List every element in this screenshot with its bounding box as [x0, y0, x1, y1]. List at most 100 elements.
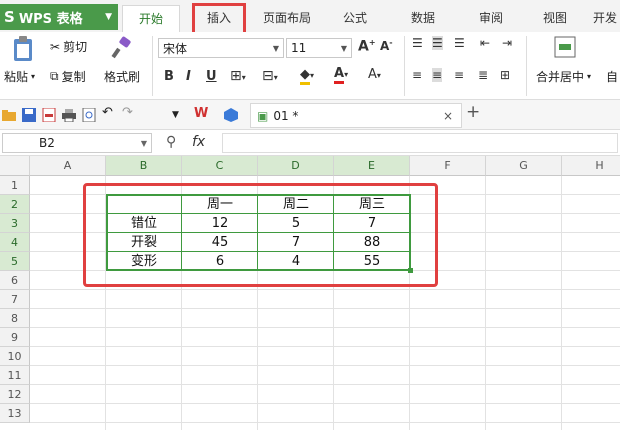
align-right-icon[interactable]: ≡: [454, 68, 464, 82]
column-header-a[interactable]: A: [30, 156, 106, 176]
divider: [526, 36, 527, 96]
column-header-d[interactable]: D: [258, 156, 334, 176]
merge-center-icon[interactable]: [554, 36, 576, 58]
formula-input[interactable]: [222, 133, 618, 153]
name-box[interactable]: B2 ▼: [2, 133, 152, 153]
clear-format-icon[interactable]: A▾: [368, 67, 381, 82]
row-header-12[interactable]: 12: [0, 385, 30, 404]
app-menu-button[interactable]: S WPS 表格 ▼: [0, 4, 118, 30]
undo-icon[interactable]: ↶: [102, 105, 116, 120]
paste-button[interactable]: [6, 36, 40, 62]
align-center-icon[interactable]: ≡: [432, 68, 443, 82]
row-header-10[interactable]: 10: [0, 347, 30, 366]
tab-formulas[interactable]: 公式: [330, 5, 380, 32]
column-header-h[interactable]: H: [562, 156, 620, 176]
copy-icon: ⧉: [50, 69, 59, 83]
grid-line: [30, 289, 620, 290]
tab-review[interactable]: 审阅: [466, 5, 516, 32]
brush-icon: [111, 36, 131, 59]
copy-button[interactable]: ⧉ 复制: [50, 68, 86, 85]
font-name-select[interactable]: 宋体 ▼: [158, 38, 284, 58]
tab-developer[interactable]: 开发: [590, 5, 620, 32]
italic-button[interactable]: I: [186, 69, 191, 84]
row-header-7[interactable]: 7: [0, 290, 30, 309]
fx-icon[interactable]: fx: [192, 134, 205, 150]
row-header-8[interactable]: 8: [0, 309, 30, 328]
spreadsheet-file-icon: ▣: [257, 108, 269, 123]
close-icon[interactable]: ×: [443, 109, 453, 123]
magnifier-icon[interactable]: ⚲: [166, 134, 176, 150]
row-header-4[interactable]: 4: [0, 233, 30, 252]
auto-button[interactable]: 自: [606, 68, 618, 85]
chevron-down-icon: ▼: [272, 43, 279, 53]
format-painter-button[interactable]: [110, 36, 134, 60]
open-folder-icon[interactable]: [2, 108, 16, 122]
cube-icon[interactable]: [224, 108, 238, 122]
grid-line: [30, 403, 620, 404]
indent-increase-icon[interactable]: ⇥: [502, 36, 512, 50]
row-header-11[interactable]: 11: [0, 366, 30, 385]
chevron-down-icon[interactable]: ▼: [172, 110, 186, 124]
distribute-icon[interactable]: ⊞: [500, 68, 510, 82]
paste-label[interactable]: 粘贴 ▾: [4, 68, 35, 85]
merge-center-button[interactable]: 合并居中 ▾: [536, 68, 591, 85]
bold-button[interactable]: B: [164, 69, 174, 84]
grid-line: [30, 308, 620, 309]
cut-button[interactable]: ✂ 剪切: [50, 38, 87, 55]
app-name: WPS 表格: [18, 11, 83, 27]
align-bottom-icon[interactable]: ☰: [454, 36, 465, 50]
merge-icon: [554, 36, 576, 58]
align-middle-icon[interactable]: ☰: [432, 36, 443, 50]
underline-button[interactable]: U: [206, 69, 217, 84]
export-pdf-icon[interactable]: [42, 107, 56, 123]
chevron-down-icon: ▼: [105, 12, 112, 22]
tab-home[interactable]: 开始: [122, 5, 180, 32]
grid-line: [30, 384, 620, 385]
justify-icon[interactable]: ≣: [478, 68, 488, 82]
print-icon[interactable]: [62, 108, 76, 123]
wps-cloud-icon[interactable]: W: [194, 106, 208, 121]
column-header-g[interactable]: G: [486, 156, 562, 176]
column-header-e[interactable]: E: [334, 156, 410, 176]
row-header-6[interactable]: 6: [0, 271, 30, 290]
tab-data[interactable]: 数据: [398, 5, 448, 32]
title-bar: S WPS 表格 ▼ 开始 插入 页面布局 公式 数据 审阅 视图 开发: [0, 0, 620, 41]
row-header-1[interactable]: 1: [0, 176, 30, 195]
column-header-c[interactable]: C: [182, 156, 258, 176]
tab-view[interactable]: 视图: [530, 5, 580, 32]
align-top-icon[interactable]: ☰: [412, 36, 423, 50]
tab-page-layout[interactable]: 页面布局: [255, 5, 319, 32]
align-left-icon[interactable]: ≡: [412, 68, 422, 82]
column-header-b[interactable]: B: [106, 156, 182, 176]
save-icon[interactable]: [22, 108, 36, 122]
font-color-icon[interactable]: A▾: [334, 66, 348, 84]
chevron-down-icon: ▼: [140, 138, 147, 148]
decrease-font-icon[interactable]: A-: [380, 38, 393, 53]
increase-font-icon[interactable]: A+: [358, 38, 376, 55]
scissors-icon: ✂: [50, 39, 61, 54]
row-header-13[interactable]: 13: [0, 404, 30, 423]
indent-decrease-icon[interactable]: ⇤: [480, 36, 490, 50]
document-title: 01 *: [273, 108, 299, 123]
select-all-corner[interactable]: [0, 156, 30, 176]
format-painter-label: 格式刷: [104, 70, 141, 84]
spreadsheet-grid: A B C D E F G H 1 2 3 4 5 6 7 8 9 10 11 …: [0, 156, 620, 430]
grid-line: [561, 176, 562, 430]
row-header-3[interactable]: 3: [0, 214, 30, 233]
print-preview-icon[interactable]: [82, 107, 96, 123]
wps-logo-icon: S: [4, 8, 15, 26]
redo-icon[interactable]: ↷: [122, 105, 136, 120]
table-highlight-annotation: [83, 183, 438, 287]
column-header-f[interactable]: F: [410, 156, 486, 176]
new-tab-plus-icon[interactable]: +: [466, 102, 480, 122]
row-header-5[interactable]: 5: [0, 252, 30, 271]
border-icon[interactable]: ⊞▾: [230, 68, 246, 84]
grid-line: [485, 176, 486, 430]
fill-color-icon[interactable]: ◆▾: [300, 67, 314, 85]
row-header-2[interactable]: 2: [0, 195, 30, 214]
cell-style-icon[interactable]: ⊟▾: [262, 68, 278, 84]
quick-access-toolbar: ↶ ↷ ▼ W ▣ 01 * × +: [0, 100, 620, 130]
font-size-select[interactable]: 11 ▼: [286, 38, 352, 58]
row-header-9[interactable]: 9: [0, 328, 30, 347]
document-tab[interactable]: ▣ 01 * ×: [250, 103, 462, 128]
